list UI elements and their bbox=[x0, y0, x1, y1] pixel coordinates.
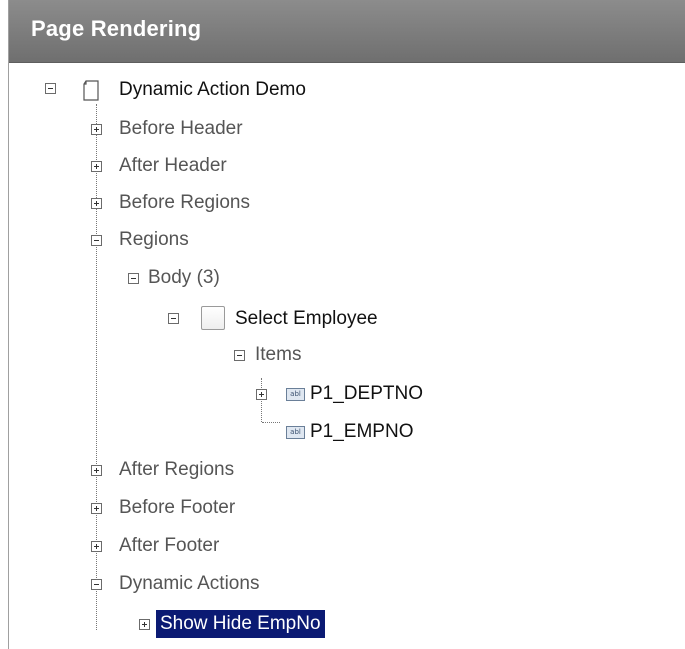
tree-node-p1-empno[interactable]: P1_EMPNO bbox=[310, 418, 413, 446]
expand-toggle[interactable] bbox=[256, 389, 267, 400]
tree-node-before-regions[interactable]: Before Regions bbox=[119, 189, 250, 217]
page-icon bbox=[83, 80, 99, 101]
collapse-toggle[interactable] bbox=[91, 235, 102, 246]
text-field-icon: abl bbox=[286, 388, 305, 401]
tree-connector bbox=[262, 422, 280, 423]
collapse-toggle[interactable] bbox=[168, 313, 179, 324]
expand-toggle[interactable] bbox=[91, 541, 102, 552]
expand-toggle[interactable] bbox=[139, 619, 150, 630]
tree-node-items[interactable]: Items bbox=[255, 341, 301, 369]
region-icon bbox=[201, 306, 225, 330]
tree-node-before-header[interactable]: Before Header bbox=[119, 115, 243, 143]
expand-toggle[interactable] bbox=[91, 503, 102, 514]
collapse-toggle[interactable] bbox=[91, 579, 102, 590]
tree-node-p1-deptno[interactable]: P1_DEPTNO bbox=[310, 380, 423, 408]
expand-toggle[interactable] bbox=[91, 465, 102, 476]
tree-connector bbox=[261, 378, 262, 422]
expand-toggle[interactable] bbox=[91, 161, 102, 172]
tree-node-before-footer[interactable]: Before Footer bbox=[119, 494, 235, 522]
tree-node-after-header[interactable]: After Header bbox=[119, 152, 227, 180]
tree-node-body[interactable]: Body (3) bbox=[148, 264, 220, 292]
tree-node-show-hide-empno[interactable]: Show Hide EmpNo bbox=[156, 610, 325, 638]
tree-node-after-regions[interactable]: After Regions bbox=[119, 456, 234, 484]
collapse-toggle[interactable] bbox=[128, 273, 139, 284]
collapse-toggle[interactable] bbox=[45, 83, 56, 94]
tree-node-dynamic-actions[interactable]: Dynamic Actions bbox=[119, 570, 259, 598]
tree-node-regions[interactable]: Regions bbox=[119, 226, 189, 254]
expand-toggle[interactable] bbox=[91, 124, 102, 135]
tree-node-select-employee[interactable]: Select Employee bbox=[235, 305, 378, 333]
collapse-toggle[interactable] bbox=[234, 350, 245, 361]
expand-toggle[interactable] bbox=[91, 198, 102, 209]
tree-node-root[interactable]: Dynamic Action Demo bbox=[119, 76, 306, 104]
page-rendering-tree: Dynamic Action Demo Before Header After … bbox=[0, 0, 685, 649]
tree-node-after-footer[interactable]: After Footer bbox=[119, 532, 219, 560]
text-field-icon: abl bbox=[286, 426, 305, 439]
